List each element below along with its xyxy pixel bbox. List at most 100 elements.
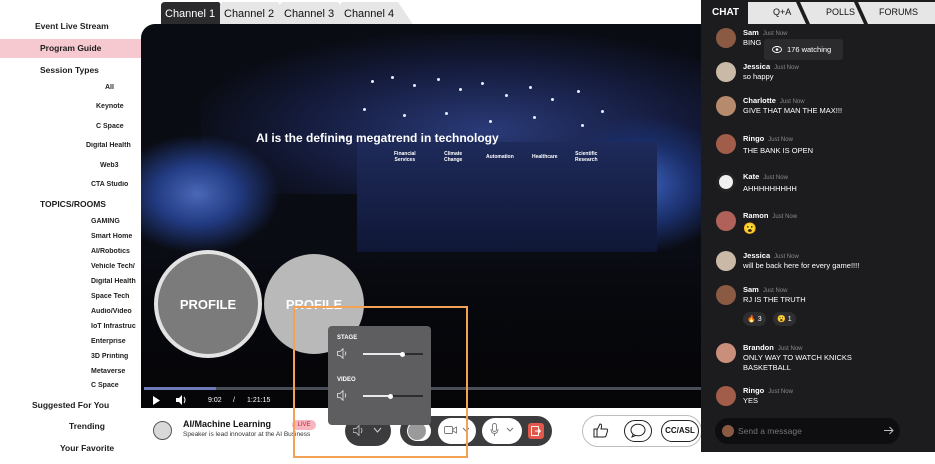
sidebar: Event Live Stream Program Guide Session … (0, 0, 141, 464)
stage-light (601, 110, 604, 113)
stage-light (363, 108, 366, 111)
session-item-digital-health[interactable]: Digital Health (86, 142, 131, 149)
tab-channel-4[interactable]: Channel 4 (340, 2, 414, 26)
message-author: Jessica Just Now (743, 62, 799, 71)
message-text: will be back here for every game!!!! (743, 261, 860, 270)
profile-avatar-1[interactable]: PROFILE (154, 250, 262, 358)
message-text: 😮 (743, 223, 757, 235)
message-author: Jessica Just Now (743, 251, 799, 260)
topic-item-iot-infrastructure[interactable]: IoT Infrastruc (91, 323, 141, 330)
stage-light (413, 84, 416, 87)
exit-icon (531, 426, 541, 436)
nav-your-favorite[interactable]: Your Favorite (60, 443, 114, 453)
stage-screen-category: Climate Change (444, 151, 463, 163)
play-icon[interactable] (152, 396, 160, 405)
topic-item-ai-robotics[interactable]: AI/Robotics (91, 248, 130, 255)
stage-light (481, 82, 484, 85)
message-author: Kate Just Now (743, 172, 788, 181)
topic-item-smart-home[interactable]: Smart Home (91, 233, 132, 240)
stage-light (529, 86, 532, 89)
eye-icon (772, 46, 782, 53)
current-time: 9:02 (208, 397, 222, 404)
stage-light (371, 80, 374, 83)
stage-screen-category: Automation (486, 154, 514, 160)
avatar (716, 285, 736, 305)
stage-light (391, 76, 394, 79)
message-text: so happy (743, 72, 774, 81)
avatar (716, 343, 736, 363)
time-separator: / (233, 397, 235, 404)
stage-screen-category: Financial Services (394, 151, 416, 163)
reaction-count: 1 (787, 315, 792, 323)
chat-message-input[interactable] (738, 421, 878, 441)
message-author: Brandon Just Now (743, 343, 803, 352)
stage-light (489, 120, 492, 123)
topic-item-space-tech[interactable]: Space Tech (91, 293, 129, 300)
speaker-avatar[interactable] (153, 421, 172, 440)
nav-program-guide[interactable]: Program Guide (40, 43, 101, 53)
tab-label: Channel 4 (344, 8, 395, 20)
message-text: RJ IS THE TRUTH (743, 295, 806, 304)
message-text: BING (743, 38, 762, 47)
reaction-fire[interactable]: 🔥 3 (743, 312, 766, 326)
cc-asl-button[interactable]: CC/ASL (661, 420, 699, 442)
send-arrow-icon[interactable] (884, 426, 894, 435)
message-author: Ramon Just Now (743, 211, 798, 220)
session-item-keynote[interactable]: Keynote (96, 103, 124, 110)
session-item-web3[interactable]: Web3 (100, 162, 119, 169)
tab-label: Channel 1 (165, 8, 216, 20)
session-subtitle: Speaker is lead innovator at the AI Busi… (183, 431, 311, 438)
session-item-cta-studio[interactable]: CTA Studio (91, 181, 128, 188)
topic-item-gaming[interactable]: GAMING (91, 218, 120, 225)
message-text: YES (743, 396, 759, 405)
viewer-count: 176 watching (764, 39, 843, 60)
topic-item-enterprise[interactable]: Enterprise (91, 338, 126, 345)
surprised-face-icon: 😮 (777, 316, 786, 323)
session-item-all[interactable]: All (105, 84, 114, 91)
chat-bubble-icon (630, 423, 646, 438)
avatar (716, 386, 736, 406)
tab-label: Channel 2 (224, 8, 275, 20)
nav-topics-rooms[interactable]: TOPICS/ROOMS (40, 199, 106, 209)
total-time: 1:21:15 (247, 397, 271, 404)
chat-tab-qa[interactable]: Q+A (773, 7, 791, 29)
avatar (716, 251, 736, 271)
topic-item-audio-video[interactable]: Audio/Video (91, 308, 132, 315)
user-avatar (722, 425, 734, 437)
message-author: Charlotte Just Now (743, 96, 805, 105)
message-text: THE BANK IS OPEN (743, 146, 814, 155)
nav-event-live-stream[interactable]: Event Live Stream (35, 21, 109, 31)
avatar (716, 96, 736, 116)
stage-light (533, 116, 536, 119)
viewer-count-text: 176 watching (787, 45, 832, 54)
microphone-button[interactable] (482, 418, 522, 444)
chevron-down-icon (506, 427, 514, 432)
chat-tab-label: CHAT (712, 7, 740, 18)
stage-light (551, 98, 554, 101)
topic-item-3d-printing[interactable]: 3D Printing (91, 353, 128, 360)
topic-item-vehicle-tech[interactable]: Vehicle Tech/ (91, 263, 141, 270)
message-author: Ringo Just Now (743, 386, 793, 395)
stage-trees-left (141, 134, 281, 254)
chat-tab-chat[interactable]: CHAT (703, 2, 751, 24)
session-item-c-space[interactable]: C Space (96, 123, 124, 130)
reaction-surprised[interactable]: 😮 1 (773, 312, 796, 326)
volume-icon[interactable] (176, 395, 187, 405)
chat-tab-polls[interactable]: POLLS (826, 7, 855, 29)
nav-session-types[interactable]: Session Types (40, 65, 99, 75)
reaction-count: 3 (757, 315, 762, 323)
nav-suggested-for-you[interactable]: Suggested For You (32, 400, 109, 410)
topic-item-digital-health[interactable]: Digital Health (91, 278, 136, 285)
avatar (716, 211, 736, 231)
avatar (716, 62, 736, 82)
chat-panel (701, 0, 935, 452)
topic-item-metaverse[interactable]: Metaverse (91, 368, 125, 375)
topic-item-c-space[interactable]: C Space (91, 382, 119, 389)
avatar (716, 28, 736, 48)
nav-trending[interactable]: Trending (69, 421, 105, 431)
message-author: Sam Just Now (743, 285, 788, 294)
stage-light (581, 124, 584, 127)
thumbs-up-icon[interactable] (593, 423, 609, 438)
stage-screen-category: Healthcare (532, 154, 558, 160)
chat-tab-forums[interactable]: FORUMS (879, 7, 918, 29)
